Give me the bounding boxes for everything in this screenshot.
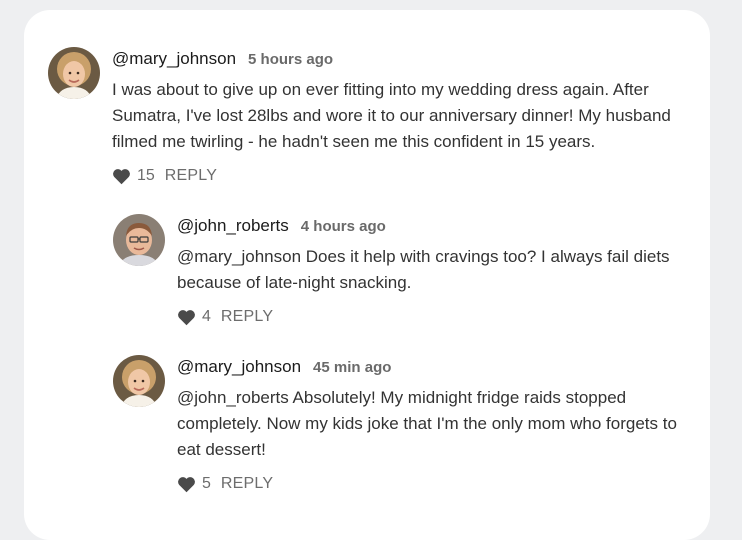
avatar[interactable]	[113, 214, 165, 266]
comment-text: @mary_johnson Does it help with cravings…	[177, 247, 670, 292]
username[interactable]: @mary_johnson	[177, 357, 301, 377]
timestamp: 45 min ago	[313, 359, 392, 376]
comments-card: @mary_johnson 5 hours ago I was about to…	[24, 10, 710, 540]
man-avatar-icon	[113, 214, 165, 266]
comment-body: @john_roberts 4 hours ago @mary_johnson …	[177, 214, 682, 326]
comment: @mary_johnson 45 min ago @john_roberts A…	[113, 355, 688, 493]
avatar[interactable]	[113, 355, 165, 407]
timestamp: 5 hours ago	[248, 51, 334, 68]
reply-button[interactable]: REPLY	[165, 167, 217, 185]
woman-avatar-icon	[113, 355, 165, 407]
comment-body: @mary_johnson 5 hours ago I was about to…	[112, 47, 682, 185]
comment-text: @john_roberts Absolutely! My midnight fr…	[177, 388, 677, 459]
comment: @mary_johnson 5 hours ago I was about to…	[48, 47, 688, 185]
woman-avatar-icon	[48, 47, 100, 99]
like-count: 15	[137, 167, 155, 184]
timestamp: 4 hours ago	[300, 218, 386, 235]
heart-icon[interactable]	[177, 309, 196, 326]
heart-icon[interactable]	[112, 168, 131, 185]
like-count: 5	[202, 475, 211, 492]
comment: @john_roberts 4 hours ago @mary_johnson …	[113, 214, 688, 326]
username[interactable]: @mary_johnson	[112, 49, 236, 69]
reply-button[interactable]: REPLY	[221, 308, 273, 326]
comment-text: I was about to give up on ever fitting i…	[112, 80, 671, 151]
heart-icon[interactable]	[177, 476, 196, 493]
username[interactable]: @john_roberts	[177, 216, 289, 236]
like-count: 4	[202, 308, 211, 325]
avatar[interactable]	[48, 47, 100, 99]
comment-body: @mary_johnson 45 min ago @john_roberts A…	[177, 355, 687, 493]
reply-button[interactable]: REPLY	[221, 475, 273, 493]
